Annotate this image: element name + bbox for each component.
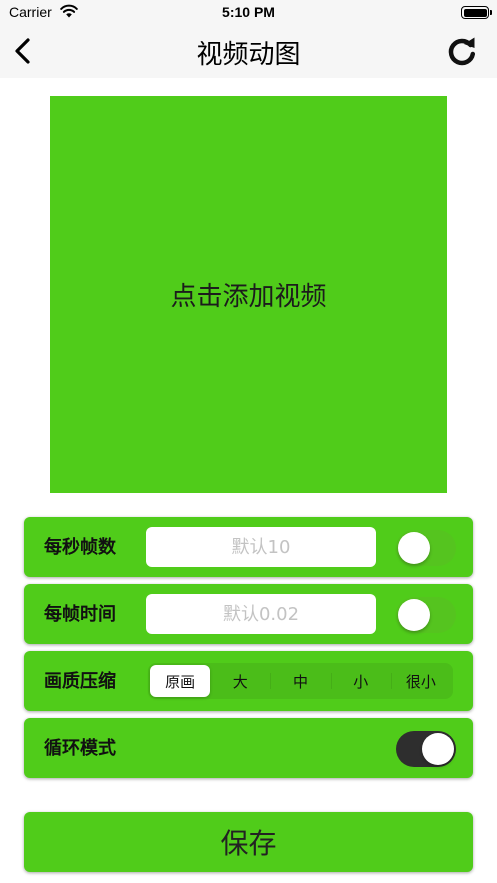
add-video-area[interactable]: 点击添加视频 [50, 96, 447, 493]
refresh-icon[interactable] [445, 34, 479, 68]
navigation-bar: 视频动图 [0, 26, 497, 78]
fps-input[interactable] [146, 527, 376, 567]
quality-segmented-control: 原画 大 中 小 很小 [148, 663, 453, 699]
quality-option-original[interactable]: 原画 [150, 665, 211, 697]
status-time: 5:10 PM [222, 4, 275, 20]
battery-icon [461, 6, 492, 19]
quality-option-very-small[interactable]: 很小 [390, 665, 451, 697]
frame-time-label: 每帧时间 [44, 604, 116, 625]
quality-row: 画质压缩 原画 大 中 小 很小 [24, 651, 473, 711]
status-bar: Carrier 5:10 PM [0, 0, 497, 26]
frame-time-toggle[interactable] [396, 597, 456, 633]
frame-time-row: 每帧时间 [24, 584, 473, 644]
quality-option-small[interactable]: 小 [330, 665, 391, 697]
save-button[interactable]: 保存 [24, 812, 473, 872]
toggle-knob [422, 733, 454, 765]
loop-row: 循环模式 [24, 718, 473, 778]
fps-toggle[interactable] [396, 530, 456, 566]
quality-option-medium[interactable]: 中 [270, 665, 330, 697]
toggle-knob [398, 599, 430, 631]
add-video-label: 点击添加视频 [170, 282, 327, 312]
loop-toggle[interactable] [396, 731, 456, 767]
quality-label: 画质压缩 [44, 671, 116, 692]
toggle-knob [398, 532, 430, 564]
page-title: 视频动图 [196, 40, 301, 70]
frame-time-input[interactable] [146, 594, 376, 634]
loop-label: 循环模式 [44, 738, 116, 759]
quality-option-large[interactable]: 大 [210, 665, 270, 697]
fps-row: 每秒帧数 [24, 517, 473, 577]
fps-label: 每秒帧数 [44, 537, 116, 558]
